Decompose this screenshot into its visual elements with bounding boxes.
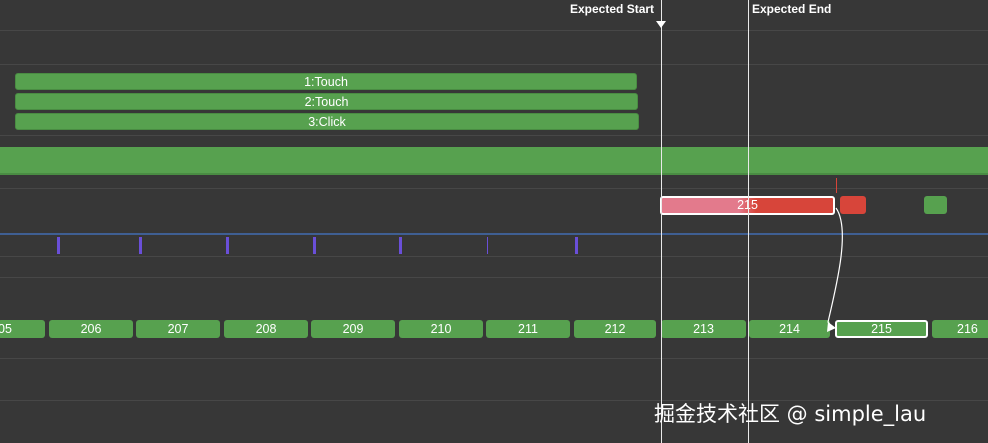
expected-start-label: Expected Start (570, 2, 655, 16)
expected-end-line[interactable] (748, 0, 749, 443)
expected-start-arrow (656, 21, 666, 28)
watermark: 掘金技术社区 @ simple_lau (654, 402, 927, 426)
expected-end-label: Expected End (752, 2, 832, 16)
flow-arrow (827, 207, 843, 332)
expected-start-line[interactable] (661, 0, 662, 443)
